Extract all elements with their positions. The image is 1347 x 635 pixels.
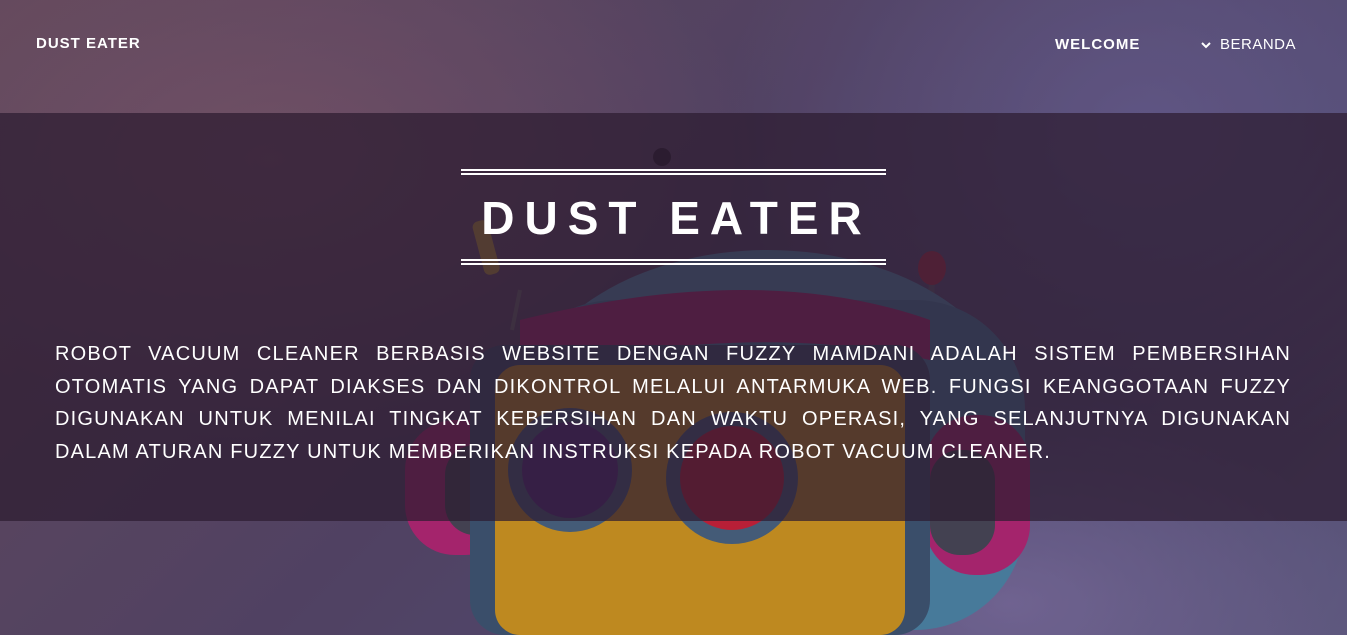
hero-title-frame: DUST EATER	[461, 169, 886, 265]
nav-dropdown-label: BERANDA	[1220, 36, 1297, 53]
hero-title: DUST EATER	[481, 192, 872, 244]
nav-beranda-dropdown[interactable]: BERANDA	[1200, 36, 1296, 53]
chevron-down-icon	[1201, 41, 1211, 48]
title-bottom-double-rule	[461, 259, 886, 265]
title-top-double-rule	[461, 169, 886, 175]
brand-logo-text[interactable]: DUST EATER	[36, 35, 141, 52]
top-navbar: DUST EATER WELCOME BERANDA	[0, 0, 1347, 88]
nav-welcome-link[interactable]: WELCOME	[1055, 36, 1140, 53]
hero-description: ROBOT VACUUM CLEANER BERBASIS WEBSITE DE…	[55, 343, 1291, 463]
